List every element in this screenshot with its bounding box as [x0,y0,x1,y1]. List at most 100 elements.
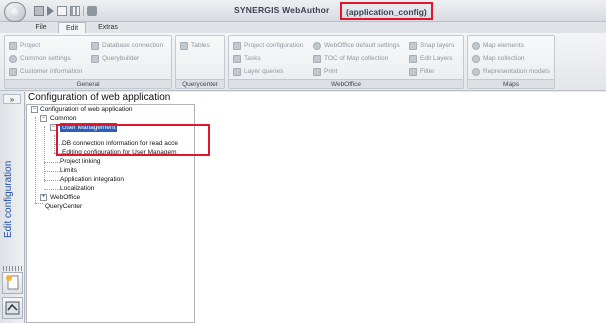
quick-access-toolbar [34,6,97,16]
panel-grip[interactable] [3,266,22,271]
layer-queries-button[interactable]: Layer queries [233,66,283,77]
project-icon [9,41,17,50]
tab-edit[interactable]: Edit [58,22,86,33]
tree-node-common[interactable]: Common [50,114,76,123]
group-label-general: General [5,79,171,88]
application-window: SYNERGIS WebAuthor (application_config) … [0,0,606,323]
app-logo-icon [9,6,21,18]
settings-icon [313,41,321,50]
project-configuration-icon [233,41,241,50]
tree-node-querycenter[interactable]: QueryCenter [45,202,82,211]
querybuilder-icon [91,54,99,63]
toc-map-collection-label: TOC of Map collection [324,55,389,62]
snap-layers-button[interactable]: Snap layers [409,40,454,51]
print-icon[interactable] [87,6,97,16]
separator [83,6,84,16]
title-bar: SYNERGIS WebAuthor (application_config) [0,0,606,22]
tab-file[interactable]: File [30,22,52,33]
tree-line [44,171,60,172]
tree-line [35,117,36,203]
layer-queries-icon [233,67,241,76]
tree-line [35,203,43,204]
edit-layers-icon [409,54,417,63]
querybuilder-label: Querybuilder [102,55,140,62]
edit-layers-label: Edit Layers [420,55,453,62]
print-label: Print [324,68,338,75]
project-button[interactable]: Project [9,40,40,51]
tree-line [44,162,60,163]
group-label-maps: Maps [468,79,554,88]
tree-node-application-integration[interactable]: Application integration [60,175,124,184]
tree-node-project-linking[interactable]: Project linking [60,157,100,166]
app-menu-button[interactable] [4,2,26,22]
map-collection-button[interactable]: Map collection [472,53,525,64]
project-configuration-button[interactable]: Project configuration [233,40,303,51]
layers-button[interactable] [2,297,23,319]
tree-line [54,153,62,154]
map-elements-button[interactable]: Map elements [472,40,524,51]
common-settings-label: Common settings [20,55,71,62]
tree-line [44,126,45,182]
collapse-toggle[interactable]: − [40,115,47,122]
weboffice-default-settings-label: WebOffice default settings [324,42,400,49]
new-document-button[interactable] [2,272,23,294]
edit-configuration-label[interactable]: Edit configuration [3,118,14,238]
tree-node-root[interactable]: Configuration of web application [40,105,133,114]
tasks-button[interactable]: Tasks [233,53,261,64]
tab-extras[interactable]: Extras [93,22,123,33]
querybuilder-button[interactable]: Querybuilder [91,53,139,64]
tree-line [44,180,60,181]
edit-layers-button[interactable]: Edit Layers [409,53,453,64]
tree-node-user-management[interactable]: User Management [60,123,118,132]
ribbon-group-querycenter: Tables Querycenter [175,35,225,89]
window-title: SYNERGIS WebAuthor [234,5,330,15]
print-button[interactable]: Print [313,66,337,77]
map-collection-label: Map collection [483,55,525,62]
config-name: (application_config) [340,2,433,20]
tree-node-weboffice[interactable]: WebOffice [50,193,80,202]
map-elements-label: Map elements [483,42,524,49]
common-settings-button[interactable]: Common settings [9,53,71,64]
tasks-icon [233,54,241,63]
table-icon [180,41,188,50]
collapse-toggle[interactable]: − [50,124,57,131]
configuration-tree: − Configuration of web application − Com… [26,104,195,323]
play-icon[interactable] [47,6,54,16]
tree-node-db-connection[interactable]: DB connection information for read acce [62,139,178,148]
new-document-icon [6,275,19,290]
customer-information-button[interactable]: Customer information [9,66,82,77]
page-title: Configuration of web application [28,92,171,103]
document-icon[interactable] [57,6,67,16]
ribbon-group-general: Project Common settings Customer informa… [4,35,172,89]
main-content: Configuration of web application − Confi… [26,92,606,323]
weboffice-default-settings-button[interactable]: WebOffice default settings [313,40,400,51]
toc-map-collection-button[interactable]: TOC of Map collection [313,53,388,64]
tree-node-limits[interactable]: Limits [60,166,77,175]
map-collection-icon [472,54,480,63]
expand-toggle[interactable]: + [40,194,47,201]
tables-button[interactable]: Tables [180,40,210,51]
filter-icon [409,67,417,76]
side-panel: » Edit configuration [0,92,25,323]
tree-line [54,144,62,145]
map-elements-icon [472,41,480,50]
representation-models-button[interactable]: Representation models [472,66,550,77]
customer-icon [9,67,17,76]
tree-node-editing-configuration[interactable]: Editing configuration for User Managem [62,148,177,157]
collapse-button[interactable]: » [3,94,21,104]
settings-icon [9,54,17,63]
filter-button[interactable]: Filter [409,66,434,77]
ribbon-tabs: File Edit Extras [0,22,606,33]
filter-label: Filter [420,68,435,75]
database-connection-button[interactable]: Database connection [91,40,163,51]
layers-icon [5,301,20,315]
collapse-toggle[interactable]: − [31,106,38,113]
group-label-weboffice: WebOffice [229,79,463,88]
save-icon[interactable] [34,6,44,16]
tree-node-localization[interactable]: Localization [60,184,94,193]
snap-icon [409,41,417,50]
grid-icon[interactable] [70,6,80,16]
ribbon-group-maps: Map elements Map collection Representati… [467,35,555,89]
ribbon: Project Common settings Customer informa… [0,33,606,91]
group-label-querycenter: Querycenter [176,79,224,88]
